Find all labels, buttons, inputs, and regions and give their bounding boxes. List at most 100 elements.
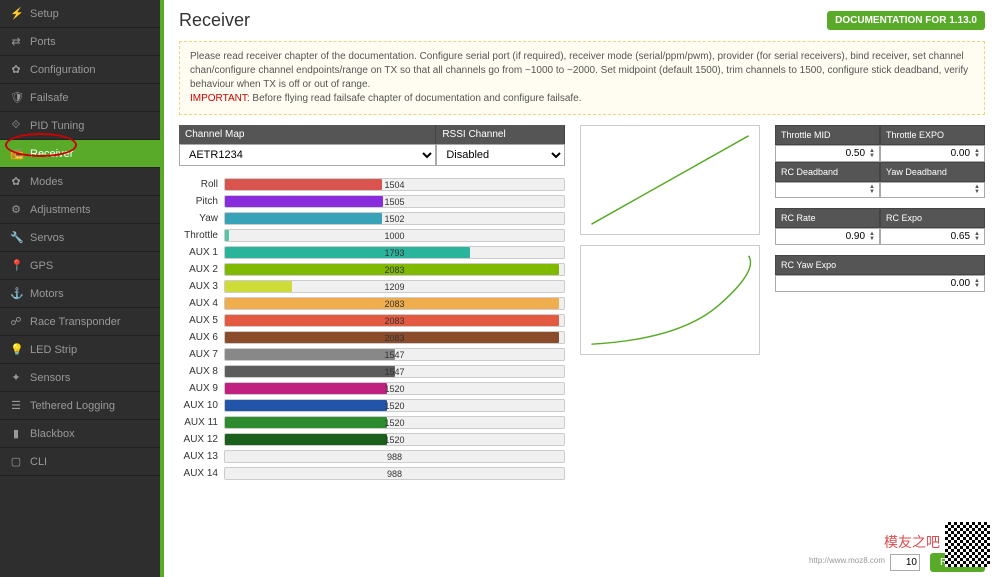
sidebar-item-blackbox[interactable]: ▮Blackbox [0,420,160,448]
channel-bar: 2083 [224,331,565,344]
channel-bar: 1547 [224,348,565,361]
sidebar-item-pid-tuning[interactable]: ⟐PID Tuning [0,112,160,140]
channel-row: AUX 8 1547 [179,363,565,380]
channel-bar: 1520 [224,416,565,429]
sidebar-label: Blackbox [30,428,75,440]
rc-expo-label: RC Expo [880,208,985,228]
refresh-rate-input[interactable] [890,554,920,571]
channel-value: 1000 [384,231,404,241]
watermark-url: http://www.moz8.com [809,556,885,565]
sidebar-item-race-transponder[interactable]: ☍Race Transponder [0,308,160,336]
notice-text: Please read receiver chapter of the docu… [190,51,968,90]
channel-label: AUX 6 [179,332,224,343]
sidebar-item-adjustments[interactable]: ⚙Adjustments [0,196,160,224]
channel-label: Yaw [179,213,224,224]
sidebar-item-modes[interactable]: ✿ Modes [0,168,160,196]
sidebar-icon: ✿ [10,175,22,188]
channel-row: Yaw 1502 [179,210,565,227]
channel-label: AUX 9 [179,383,224,394]
channel-row: AUX 2 2083 [179,261,565,278]
sidebar-item-ports[interactable]: ⇄Ports [0,28,160,56]
channel-bar: 988 [224,467,565,480]
sidebar-item-configuration[interactable]: ✿ Configuration [0,56,160,84]
channel-value: 1502 [384,214,404,224]
channel-row: AUX 4 2083 [179,295,565,312]
channel-row: AUX 1 1793 [179,244,565,261]
channel-row: AUX 10 1520 [179,397,565,414]
rc-yaw-expo-input[interactable]: 0.00▲▼ [775,275,985,292]
sidebar-item-failsafe[interactable]: 🛡Failsafe [0,84,160,112]
sidebar-item-motors[interactable]: ⚓Motors [0,280,160,308]
channel-value: 1547 [384,367,404,377]
channel-bars: Roll 1504 Pitch 1505 Yaw 1502 Throttle 1… [179,176,565,482]
sidebar-icon: ⚡ [10,7,22,20]
sidebar-icon: 💡 [10,343,22,356]
throttle-mid-label: Throttle MID [775,125,880,145]
sidebar-item-receiver[interactable]: 📻Receiver [0,140,160,168]
channel-bar: 1793 [224,246,565,259]
important-label: IMPORTANT: [190,93,250,104]
sidebar-item-sensors[interactable]: ✦Sensors [0,364,160,392]
channel-label: AUX 5 [179,315,224,326]
channel-label: AUX 4 [179,298,224,309]
channel-bar: 1000 [224,229,565,242]
notice-text2: Before flying read failsafe chapter of d… [252,93,581,104]
channel-label: Throttle [179,230,224,241]
rc-deadband-input[interactable]: ▲▼ [775,182,880,198]
sidebar-item-gps[interactable]: 📍GPS [0,252,160,280]
rc-rate-input[interactable]: 0.90▲▼ [775,228,880,245]
channel-row: AUX 13 988 [179,448,565,465]
channel-value: 988 [387,469,402,479]
sidebar-item-tethered-logging[interactable]: ☰Tethered Logging [0,392,160,420]
sidebar: ⚡Setup⇄Ports ✿ Configuration 🛡Failsafe⟐PID … [0,0,160,577]
sidebar-item-setup[interactable]: ⚡Setup [0,0,160,28]
sidebar-item-led-strip[interactable]: 💡 LED Strip [0,336,160,364]
yaw-deadband-input[interactable]: ▲▼ [880,182,985,198]
channel-bar: 1504 [224,178,565,191]
channel-row: AUX 9 1520 [179,380,565,397]
rssi-label: RSSI Channel [436,125,565,144]
channel-value: 2083 [384,316,404,326]
channel-label: AUX 10 [179,400,224,411]
channel-row: AUX 5 2083 [179,312,565,329]
rssi-select[interactable]: Disabled [436,144,565,166]
channel-value: 1209 [384,282,404,292]
qr-code [945,522,990,567]
sidebar-item-cli[interactable]: ▢ CLI [0,448,160,476]
throttle-expo-label: Throttle EXPO [880,125,985,145]
sidebar-label: CLI [30,456,47,468]
channel-label: Roll [179,179,224,190]
notice-box: Please read receiver chapter of the docu… [179,41,985,115]
sidebar-label: LED Strip [30,344,77,356]
channel-value: 2083 [384,299,404,309]
throttle-mid-input[interactable]: 0.50▲▼ [775,145,880,162]
main-content: Receiver DOCUMENTATION FOR 1.13.0 Please… [160,0,1000,577]
channel-bar: 1547 [224,365,565,378]
sidebar-icon: 📻 [10,147,22,160]
sidebar-icon: ✿ [10,63,22,76]
sidebar-icon: ☰ [10,399,22,412]
throttle-expo-input[interactable]: 0.00▲▼ [880,145,985,162]
sidebar-item-servos[interactable]: 🔧Servos [0,224,160,252]
channel-value: 1793 [384,248,404,258]
rc-rate-label: RC Rate [775,208,880,228]
channel-label: AUX 13 [179,451,224,462]
rc-expo-input[interactable]: 0.65▲▼ [880,228,985,245]
page-header: Receiver DOCUMENTATION FOR 1.13.0 [164,0,1000,41]
sidebar-icon: ☍ [10,315,22,328]
sidebar-label: GPS [30,260,53,272]
yaw-deadband-label: Yaw Deadband [880,162,985,182]
sidebar-icon: ▢ [10,455,22,468]
channel-map-select[interactable]: AETR1234 [179,144,436,166]
sidebar-icon: ⟐ [10,119,22,132]
channel-value: 1520 [384,435,404,445]
documentation-button[interactable]: DOCUMENTATION FOR 1.13.0 [827,11,985,30]
params-column: Throttle MID0.50▲▼ Throttle EXPO0.00▲▼ R… [775,125,985,482]
page-title: Receiver [179,10,250,31]
channel-value: 988 [387,452,402,462]
channel-row: AUX 3 1209 [179,278,565,295]
channel-label: AUX 3 [179,281,224,292]
sidebar-label: Modes [30,176,63,188]
rc-yaw-expo-label: RC Yaw Expo [775,255,985,275]
sidebar-label: Configuration [30,64,95,76]
